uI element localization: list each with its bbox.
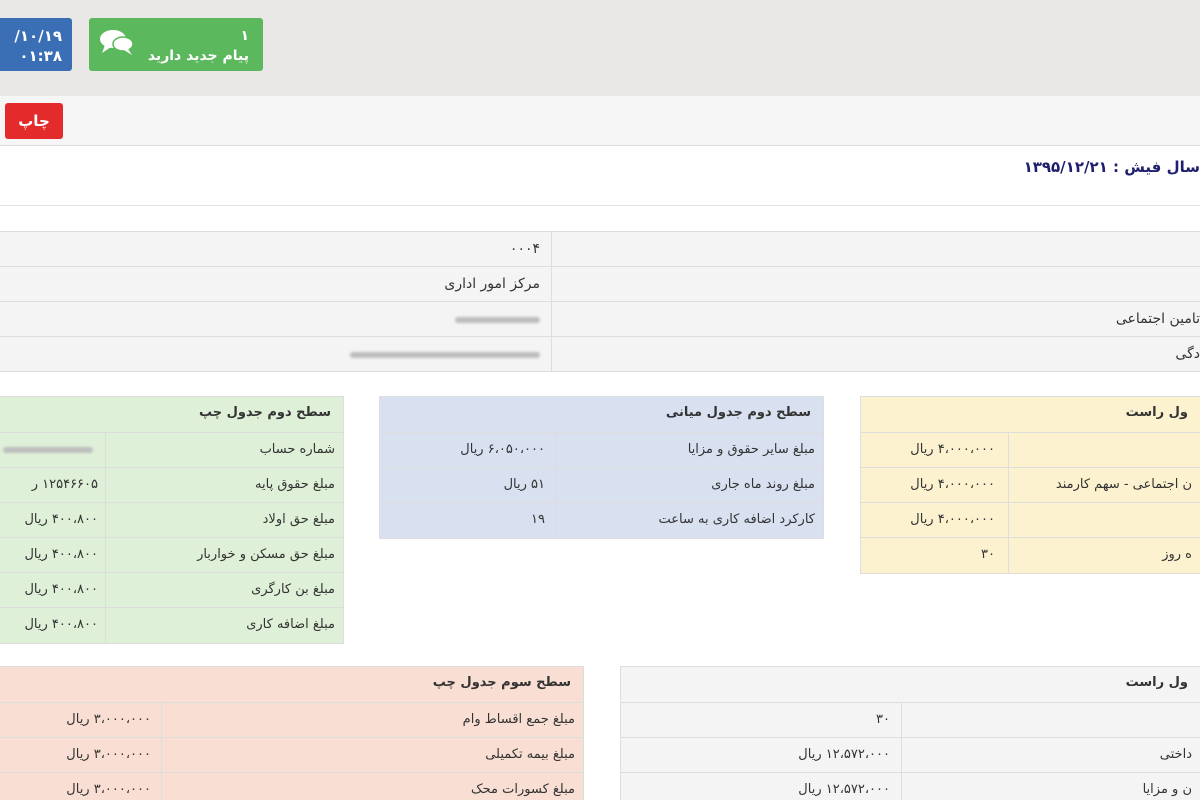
info-value: ۰۰۰۴	[509, 241, 540, 257]
panel-row: مبلغ حقوق پایه ۱۲۵۴۶۶۰۵ ر	[0, 468, 343, 503]
panel-row: مبلغ حق مسکن و خواربار ۴۰۰،۸۰۰ ریال	[0, 538, 343, 573]
separator	[0, 205, 1200, 206]
row-label: ن اجتماعی - سهم کارمند	[1055, 477, 1192, 492]
panel-row: ۳۰	[621, 703, 1200, 738]
row-label: مبلغ بیمه تکمیلی	[485, 747, 575, 762]
row-label: مبلغ حق اولاد	[262, 512, 335, 527]
row-label: مبلغ حقوق پایه	[255, 477, 335, 492]
panel-row: مبلغ جمع اقساط وام ۳،۰۰۰،۰۰۰ ریال	[0, 703, 583, 738]
row-value: ۴،۰۰۰،۰۰۰ ریال	[910, 442, 995, 457]
panel-row: ۴،۰۰۰،۰۰۰ ریال	[861, 503, 1200, 538]
panel-row: مبلغ حق اولاد ۴۰۰،۸۰۰ ریال	[0, 503, 343, 538]
panel-row: داختی ۱۲،۵۷۲،۰۰۰ ریال	[621, 738, 1200, 773]
row-value: ۶،۰۵۰،۰۰۰ ریال	[460, 442, 545, 457]
panel-title: سطح دوم جدول میانی	[380, 397, 823, 433]
row-value: ۳۰	[876, 712, 890, 727]
row-label: مبلغ روند ماه جاری	[711, 477, 815, 492]
panel-row: ۴،۰۰۰،۰۰۰ ریال	[861, 433, 1200, 468]
row-value: ۴۰۰،۸۰۰ ریال	[24, 512, 98, 527]
row-label: شماره حساب	[259, 442, 335, 457]
panel-title: سطح سوم جدول چپ	[0, 667, 583, 703]
row-label: مبلغ سایر حقوق و مزایا	[687, 442, 815, 457]
info-row: مرکز امور اداری	[0, 267, 1200, 302]
row-value: ۴،۰۰۰،۰۰۰ ریال	[910, 477, 995, 492]
panel-row: مبلغ بن کارگری ۴۰۰،۸۰۰ ریال	[0, 573, 343, 608]
chat-bubbles-icon	[99, 28, 135, 62]
panel-row: مبلغ بیمه تکمیلی ۳،۰۰۰،۰۰۰ ریال	[0, 738, 583, 773]
time-text: ۰۱:۳۸	[19, 47, 62, 65]
panel-row: کارکرد اضافه کاری به ساعت ۱۹	[380, 503, 823, 538]
row-label: مبلغ بن کارگری	[251, 582, 335, 597]
row-label: ه روز	[1162, 547, 1192, 562]
redacted-value	[3, 442, 93, 457]
redacted-value	[350, 346, 540, 362]
row-label: کارکرد اضافه کاری به ساعت	[658, 512, 815, 527]
panel-row: مبلغ کسورات محک ۳،۰۰۰،۰۰۰ ریال	[0, 773, 583, 800]
row-label: مبلغ اضافه کاری	[246, 617, 335, 632]
row-value: ۴۰۰،۸۰۰ ریال	[24, 617, 98, 632]
panel-level2-right: ول راست ۴،۰۰۰،۰۰۰ ریال ن اجتماعی - سهم ک…	[860, 396, 1200, 574]
issue-date: ۱۳۹۵/۱۲/۲۱	[1023, 158, 1108, 176]
row-label: مبلغ جمع اقساط وام	[462, 712, 575, 727]
info-value: مرکز امور اداری	[444, 276, 540, 292]
row-value: ۳،۰۰۰،۰۰۰ ریال	[66, 712, 151, 727]
info-label: دگی	[1175, 346, 1200, 362]
issue-label: سال فیش :	[1113, 158, 1200, 176]
panel-level2-middle: سطح دوم جدول میانی مبلغ سایر حقوق و مزای…	[379, 396, 824, 539]
row-value: ۱۹	[531, 512, 545, 527]
panel-level2-left: سطح دوم جدول چپ شماره حساب مبلغ حقوق پای…	[0, 396, 344, 644]
issue-date-line: سال فیش : ۱۳۹۵/۱۲/۲۱	[1024, 158, 1200, 176]
panel-level3-right: ول راست ۳۰ داختی ۱۲،۵۷۲،۰۰۰ ریال ن و مزای…	[620, 666, 1200, 800]
row-label: داختی	[1159, 747, 1192, 762]
row-value: ۴۰۰،۸۰۰ ریال	[24, 582, 98, 597]
toolbar	[0, 96, 1200, 146]
redacted-value	[455, 311, 540, 327]
row-value: ۳۰	[981, 547, 995, 562]
panel-row: ن اجتماعی - سهم کارمند ۴،۰۰۰،۰۰۰ ریال	[861, 468, 1200, 503]
row-value: ۳،۰۰۰،۰۰۰ ریال	[66, 782, 151, 797]
row-value: ۴۰۰،۸۰۰ ریال	[24, 547, 98, 562]
panel-title: ول راست	[621, 667, 1200, 703]
row-label: مبلغ حق مسکن و خواربار	[197, 547, 335, 562]
print-button[interactable]: چاپ	[5, 103, 63, 139]
date-time-box: /۱۰/۱۹ ۰۱:۳۸	[0, 18, 72, 71]
row-value: ۱۲۵۴۶۶۰۵ ر	[31, 477, 98, 492]
info-label: تامین اجتماعی	[1115, 311, 1200, 327]
panel-row: ن و مزایا ۱۲،۵۷۲،۰۰۰ ریال	[621, 773, 1200, 800]
row-value: ۵۱ ریال	[503, 477, 545, 492]
row-value: ۱۲،۵۷۲،۰۰۰ ریال	[798, 782, 890, 797]
info-table: ۰۰۰۴ مرکز امور اداری تامین اجتماعی دگی	[0, 231, 1200, 372]
panel-row: شماره حساب	[0, 433, 343, 468]
info-row: ۰۰۰۴	[0, 232, 1200, 267]
panel-row: ه روز ۳۰	[861, 538, 1200, 573]
panel-title: ول راست	[861, 397, 1200, 433]
row-value: ۱۲،۵۷۲،۰۰۰ ریال	[798, 747, 890, 762]
info-row: دگی	[0, 337, 1200, 372]
row-label: ن و مزایا	[1142, 782, 1192, 797]
panel-row: مبلغ اضافه کاری ۴۰۰،۸۰۰ ریال	[0, 608, 343, 643]
panel-title: سطح دوم جدول چپ	[0, 397, 343, 433]
row-value: ۴،۰۰۰،۰۰۰ ریال	[910, 512, 995, 527]
row-value: ۳،۰۰۰،۰۰۰ ریال	[66, 747, 151, 762]
new-messages-button[interactable]: ۱ پیام جدید دارید	[89, 18, 263, 71]
panel-row: مبلغ روند ماه جاری ۵۱ ریال	[380, 468, 823, 503]
panel-level3-left: سطح سوم جدول چپ مبلغ جمع اقساط وام ۳،۰۰۰،…	[0, 666, 584, 800]
row-label: مبلغ کسورات محک	[471, 782, 575, 797]
info-row: تامین اجتماعی	[0, 302, 1200, 337]
date-text: /۱۰/۱۹	[14, 27, 62, 45]
panel-row: مبلغ سایر حقوق و مزایا ۶،۰۵۰،۰۰۰ ریال	[380, 433, 823, 468]
